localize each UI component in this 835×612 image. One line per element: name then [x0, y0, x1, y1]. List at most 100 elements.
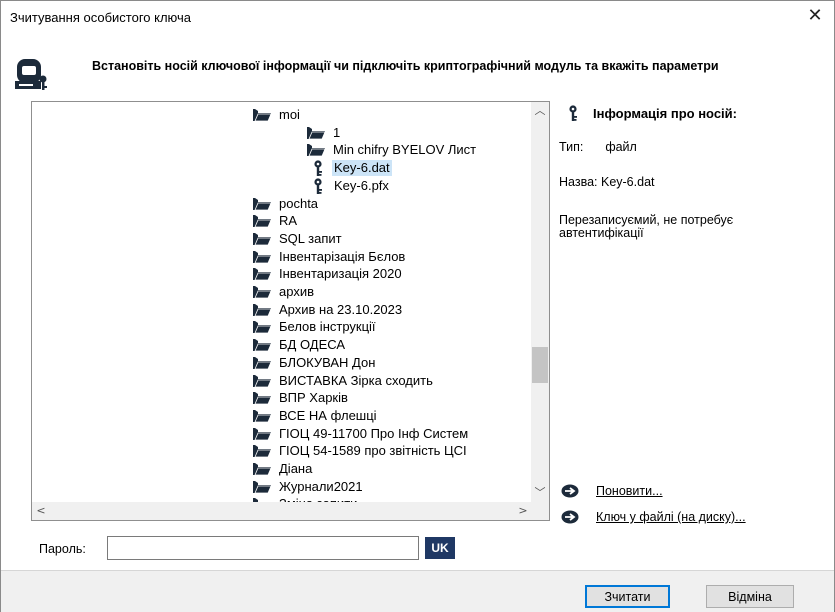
tree-item-label: Журнали2021 — [279, 478, 363, 494]
dialog-footer: Зчитати Відміна — [1, 570, 834, 612]
media-name-label: Назва: — [559, 175, 598, 189]
tree-item[interactable]: Діана — [252, 460, 314, 478]
open-folder-icon — [253, 480, 272, 494]
scroll-down-icon[interactable]: ﹀ — [531, 484, 549, 502]
tree-item-label: 1 — [333, 124, 341, 140]
scroll-up-icon[interactable]: ︿ — [531, 102, 549, 120]
tree-item[interactable]: ВПР Харків — [252, 389, 350, 407]
tree-item[interactable]: ГІОЦ 49-11700 Про Інф Систем — [252, 425, 470, 443]
tree-item[interactable]: ВСЕ НА флешці — [252, 407, 379, 425]
key-media-icon — [15, 59, 47, 90]
media-type: Тип: файл — [559, 141, 814, 154]
tree-item[interactable]: 1 — [306, 124, 342, 142]
media-type-label: Тип: — [559, 140, 584, 154]
key-file-link-text[interactable]: Ключ у файлі (на диску)... — [596, 510, 746, 524]
open-folder-icon — [253, 445, 272, 458]
keyboard-language-badge: UK — [425, 537, 455, 559]
media-info-title: Інформація про носій: — [567, 105, 737, 121]
tree-item[interactable]: Інвентаризація 2020 — [252, 265, 404, 283]
cancel-button[interactable]: Відміна — [706, 585, 794, 608]
scrollbar-corner — [531, 502, 549, 520]
tree-item-label: SQL запит — [279, 230, 342, 246]
open-folder-icon — [253, 268, 272, 281]
tree-item-label: Key-6.pfx — [334, 177, 389, 193]
tree-item[interactable]: Key-6.pfx — [308, 177, 391, 195]
arrow-right-circle-icon — [561, 484, 579, 498]
tree-item[interactable]: Архив на 23.10.2023 — [252, 301, 404, 319]
tree-item-label: Key-6.dat — [332, 160, 392, 177]
open-folder-icon — [253, 250, 272, 263]
refresh-link[interactable]: Поновити... — [561, 484, 663, 498]
tree-item[interactable]: moi — [252, 106, 302, 124]
vertical-scrollbar[interactable]: ︿ ﹀ — [531, 102, 549, 502]
tree-item-label: Белов інструкції — [279, 319, 376, 335]
open-folder-icon — [253, 197, 272, 210]
tree-item[interactable]: RA — [252, 212, 299, 230]
tree-item[interactable]: Min chifry BYELOV Лист — [306, 141, 478, 159]
tree-content: moi 1 Min chifry BYELOV Лист Key-6.dat Key-6… — [32, 102, 532, 502]
tree-item-label: ГІОЦ 54-1589 про звітність ЦСІ — [279, 443, 467, 459]
open-folder-icon — [253, 392, 272, 405]
open-folder-icon — [253, 427, 272, 440]
read-private-key-dialog: Зчитування особистого ключа ✕ Встановіть… — [0, 0, 835, 612]
refresh-link-text[interactable]: Поновити... — [596, 484, 663, 498]
tree-item[interactable]: Белов інструкції — [252, 318, 378, 336]
tree-item-label: RA — [279, 213, 298, 229]
password-label: Пароль: — [39, 542, 86, 556]
media-info-title-text: Інформація про носій: — [593, 105, 737, 121]
open-folder-icon — [253, 339, 272, 352]
horizontal-scrollbar[interactable]: < > — [32, 502, 532, 520]
vertical-scroll-thumb[interactable] — [532, 347, 548, 383]
password-input[interactable] — [107, 536, 419, 560]
tree-item[interactable]: Журнали2021 — [252, 478, 365, 496]
open-folder-icon — [253, 109, 272, 122]
open-folder-icon — [253, 303, 272, 317]
tree-item-label: ВСЕ НА флешці — [279, 407, 377, 423]
scroll-right-icon[interactable]: > — [514, 502, 532, 520]
tree-item-label: pochta — [279, 195, 319, 211]
tree-item[interactable]: Інвентарізація Бєлов — [252, 248, 407, 266]
open-folder-icon — [253, 232, 272, 246]
tree-item-label: БД ОДЕСА — [279, 337, 346, 353]
key-icon — [314, 160, 322, 177]
tree-item-label: ГІОЦ 49-11700 Про Інф Систем — [279, 425, 469, 441]
tree-item[interactable]: архив — [252, 283, 316, 301]
tree-item[interactable]: БЛОКУВАН Дон — [252, 354, 377, 372]
open-folder-icon — [253, 286, 272, 299]
tree-item[interactable]: Key-6.dat — [308, 159, 392, 177]
open-folder-icon — [253, 356, 272, 370]
key-file-link[interactable]: Ключ у файлі (на диску)... — [561, 510, 746, 524]
tree-item-label: Архив на 23.10.2023 — [279, 301, 403, 317]
tree-item[interactable]: ВИСТАВКА Зірка сходить — [252, 372, 435, 390]
open-folder-icon — [307, 144, 326, 157]
tree-item-label: БЛОКУВАН Дон — [279, 354, 376, 370]
close-icon[interactable]: ✕ — [804, 7, 826, 27]
tree-item-label: Min chifry BYELOV Лист — [333, 142, 477, 158]
tree-item[interactable]: pochta — [252, 195, 320, 213]
tree-item[interactable]: SQL запит — [252, 230, 344, 248]
header-instruction: Встановіть носій ключової інформації чи … — [92, 59, 719, 73]
key-icon — [569, 105, 577, 121]
media-tree[interactable]: moi 1 Min chifry BYELOV Лист Key-6.dat Key-6… — [31, 101, 550, 521]
tree-item[interactable]: БД ОДЕСА — [252, 336, 347, 354]
media-description: Перезаписуємий, не потребує автентифікац… — [559, 213, 734, 240]
scroll-left-icon[interactable]: < — [32, 502, 50, 520]
window-title: Зчитування особистого ключа — [10, 10, 192, 25]
tree-item-label: архив — [279, 284, 314, 299]
key-icon — [314, 178, 322, 194]
title-bar: Зчитування особистого ключа ✕ — [1, 1, 834, 31]
tree-item[interactable]: Зміна запити — [252, 495, 359, 502]
tree-item-label: Діана — [279, 461, 313, 476]
tree-item[interactable]: ГІОЦ 54-1589 про звітність ЦСІ — [252, 442, 469, 460]
tree-item-label: Інвентаризація 2020 — [279, 266, 402, 282]
open-folder-icon — [253, 409, 272, 423]
horizontal-scroll-thumb[interactable] — [50, 503, 510, 519]
read-button[interactable]: Зчитати — [585, 585, 670, 608]
open-folder-icon — [253, 215, 272, 228]
media-type-value: файл — [605, 140, 637, 154]
tree-item-label: Інвентарізація Бєлов — [279, 248, 406, 264]
tree-item-label: moi — [279, 107, 300, 122]
media-name-value: Key-6.dat — [600, 175, 655, 189]
media-name: Назва: Key-6.dat — [559, 176, 814, 189]
open-folder-icon — [307, 126, 326, 140]
